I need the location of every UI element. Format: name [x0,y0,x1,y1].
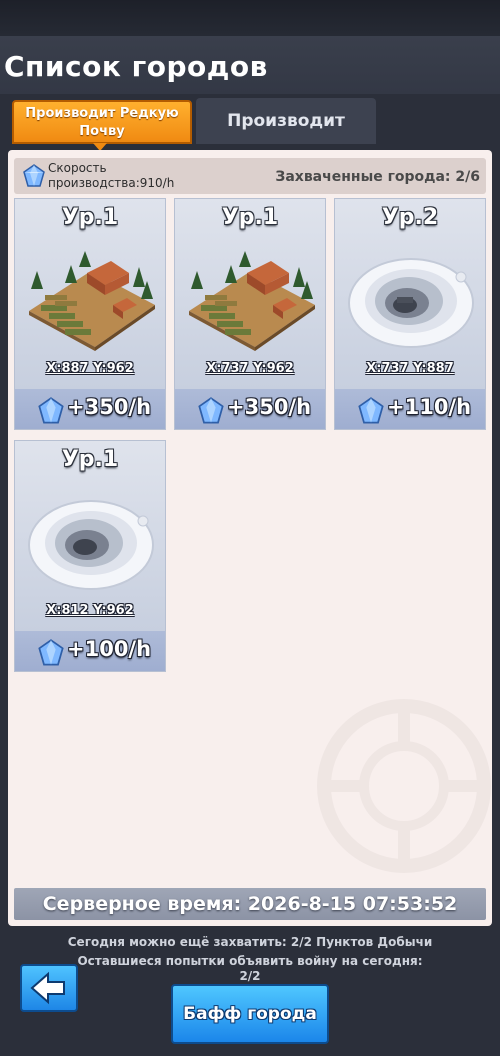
production-speed-label: Скорость производства:910/h [48,161,175,190]
city-coordinates[interactable]: X:737 Y:887 [335,361,485,376]
production-rate: +350/h [67,395,152,419]
production-rate: +350/h [227,395,312,419]
arrow-left-icon [30,971,65,1005]
crater-city-icon [28,500,154,590]
server-time: Серверное время: 2026-8-15 07:53:52 [14,888,486,920]
crystal-icon [198,397,224,424]
page-title: Список городов [4,50,268,83]
city-card[interactable]: Ур.1 X:887 Y:962 +350/h [14,198,166,430]
city-level: Ур.1 [61,205,119,230]
captured-cities-label: Захваченные города: 2/6 [275,169,480,185]
tab-rare-soil[interactable]: Производит Редкую Почву [12,100,192,144]
tab-coal[interactable]: Производит Уголь [196,98,376,177]
city-card[interactable]: Ур.1 X:812 Y:962 +100/h [14,440,166,672]
farm-city-icon [29,251,155,351]
city-buff-button[interactable]: Бафф города [171,984,329,1044]
top-bar [0,0,500,36]
city-coordinates[interactable]: X:887 Y:962 [15,361,165,376]
crystal-icon [358,397,384,424]
crater-city-icon [348,258,474,348]
city-level: Ур.1 [61,447,119,472]
crystal-icon [23,164,45,187]
city-level: Ур.1 [221,205,279,230]
capture-remaining-text: Сегодня можно ещё захватить: 2/2 Пунктов… [67,935,433,949]
production-rate: +100/h [67,637,152,661]
crystal-icon [38,639,64,666]
city-card[interactable]: Ур.2 X:737 Y:887 +110/h [334,198,486,430]
city-coordinates[interactable]: X:812 Y:962 [15,603,165,618]
city-level: Ур.2 [381,205,439,230]
farm-city-icon [189,251,315,351]
emblem-watermark [317,699,491,873]
crystal-icon [38,397,64,424]
city-card[interactable]: Ур.1 X:737 Y:962 +350/h [174,198,326,430]
back-button[interactable] [20,964,78,1012]
production-rate: +110/h [387,395,472,419]
city-coordinates[interactable]: X:737 Y:962 [175,361,325,376]
city-list-panel: Скорость производства:910/h Захваченные … [8,150,492,926]
production-info-bar: Скорость производства:910/h Захваченные … [14,158,486,194]
